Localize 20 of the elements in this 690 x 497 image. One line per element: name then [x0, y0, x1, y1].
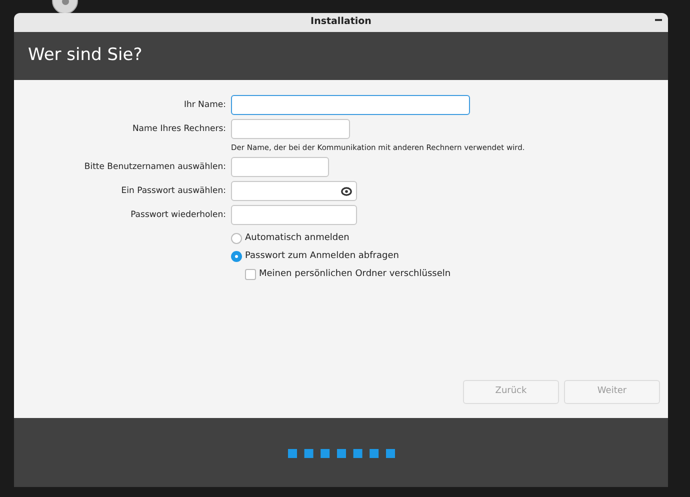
radio-button[interactable]	[231, 232, 242, 244]
window-title: Installation	[310, 15, 372, 30]
radio-label: Automatisch anmelden	[245, 232, 350, 244]
input-field[interactable]	[231, 157, 329, 178]
field-label: Name Ihres Rechners:	[131, 122, 226, 136]
page-heading: Wer sind Sie?	[28, 44, 142, 68]
checkbox[interactable]	[245, 268, 256, 280]
input-field[interactable]	[231, 95, 470, 115]
minimize-button[interactable]	[655, 19, 662, 21]
eye-icon[interactable]	[341, 186, 352, 196]
field-label: Ihr Name:	[182, 98, 226, 112]
radio-label: Passwort zum Anmelden abfragen	[245, 250, 399, 262]
field-label: Bitte Benutzernamen auswählen:	[83, 160, 226, 174]
checkbox-label: Meinen persönlichen Ordner verschlüsseln	[259, 268, 451, 280]
radio-button[interactable]	[231, 250, 242, 262]
field-label: Passwort wiederholen:	[130, 208, 226, 222]
field-label: Ein Passwort auswählen:	[120, 184, 226, 198]
input-field[interactable]	[231, 181, 357, 202]
input-field[interactable]	[231, 205, 357, 226]
input-field[interactable]	[231, 119, 350, 139]
